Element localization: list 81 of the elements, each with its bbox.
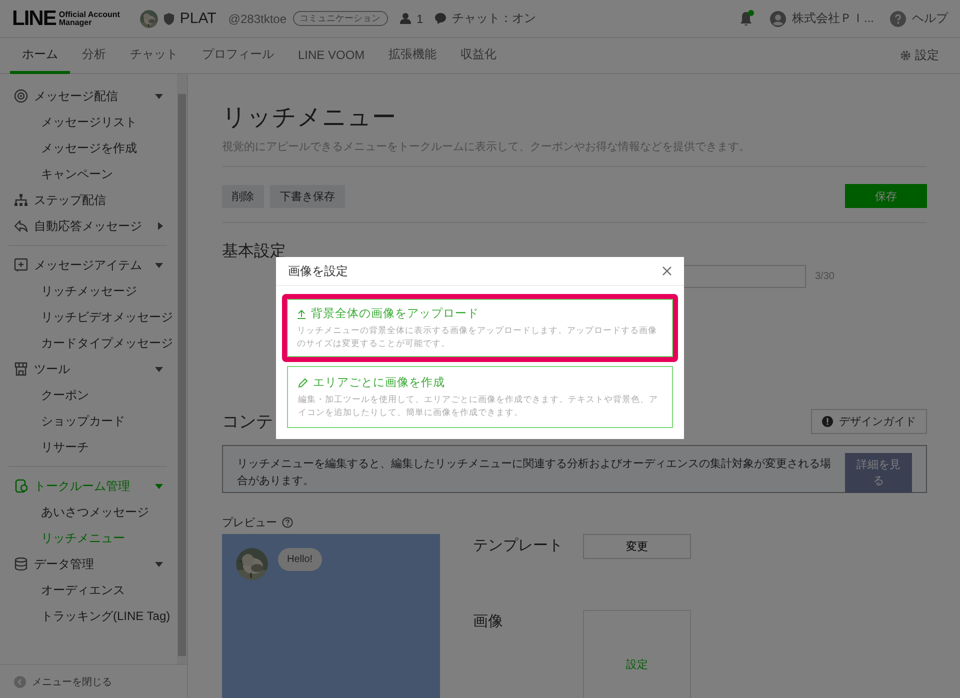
- sidebar-subitem[interactable]: オーディエンス: [41, 582, 125, 598]
- option-title: 背景全体の画像をアップロード: [311, 306, 479, 321]
- person-icon: [400, 13, 411, 24]
- chat-bubble: Hello!: [278, 548, 322, 571]
- plan-label: コミュニケーション: [292, 11, 388, 26]
- option-description: 編集・加工ツールを使用して、エリアごとに画像を作成できます。テキストや背景色、アイコンを追加したりして、簡単に画像を作成できます。: [298, 393, 659, 419]
- sidebar-item[interactable]: 自動応答メッセージ: [34, 218, 152, 234]
- section-heading: コンテ: [222, 411, 273, 433]
- sidebar-subitem[interactable]: メッセージを作成: [41, 140, 137, 156]
- settings-link[interactable]: 設定: [915, 47, 939, 64]
- account-handle: @283tktoe: [228, 12, 287, 26]
- sidebar-subitem[interactable]: ショップカード: [41, 412, 125, 430]
- notice-text: リッチメニューを編集すると、編集したリッチメニューに関連する分析およびオーディエンスの集計対象が変更される場合があります。: [237, 456, 831, 489]
- option-title: エリアごとに画像を作成: [313, 376, 445, 390]
- nav-tab[interactable]: LINE VOOM: [286, 38, 377, 74]
- sidebar-subitem[interactable]: リッチビデオメッセージ: [41, 308, 173, 326]
- sidebar-subitem[interactable]: クーポン: [41, 386, 89, 404]
- nav-tab[interactable]: チャット: [118, 38, 190, 74]
- logo-tagline: Official Account Manager: [58, 10, 120, 26]
- design-guide-button[interactable]: デザインガイド: [811, 409, 927, 434]
- menu-section-icon: [14, 362, 28, 376]
- nav-tab[interactable]: ホーム: [10, 38, 70, 74]
- help-link[interactable]: ヘルプ: [912, 10, 948, 27]
- preview-label: プレビュー: [222, 516, 277, 530]
- menu-section-icon: [14, 479, 28, 493]
- shield-icon: [164, 12, 174, 24]
- menu-section-icon: [14, 193, 28, 207]
- details-button[interactable]: 詳細を見る: [845, 453, 912, 493]
- sidebar-item[interactable]: メッセージアイテム: [34, 256, 149, 274]
- member-count: 1: [416, 12, 424, 26]
- help-icon[interactable]: [282, 517, 293, 528]
- upload-icon: [297, 308, 306, 318]
- sidebar-item[interactable]: ツール: [34, 360, 149, 378]
- caret-down-icon[interactable]: [155, 262, 163, 268]
- dialog-title: 画像を設定: [288, 262, 348, 280]
- info-icon: [822, 416, 833, 427]
- nav-tab[interactable]: プロフィール: [190, 38, 286, 74]
- account-name: PLAT: [180, 10, 216, 27]
- sidebar-subitem[interactable]: リサーチ: [41, 438, 89, 456]
- sidebar-subitem[interactable]: メッセージリスト: [41, 114, 137, 130]
- highlighted-option-card[interactable]: 背景全体の画像をアップロード リッチメニューの背景全体に表示する画像をアップロードします。アップロードする画像のサイズは変更することが可能です。: [282, 294, 678, 362]
- help-icon[interactable]: [890, 10, 906, 26]
- sidebar-item[interactable]: データ管理: [34, 556, 149, 572]
- menu-section-icon: [14, 89, 28, 103]
- menu-section-icon: [14, 557, 28, 571]
- user-name[interactable]: 株式会社ＰＩ...: [792, 10, 874, 27]
- caret-down-icon[interactable]: [155, 484, 163, 488]
- sidebar-subitem[interactable]: キャンペーン: [41, 166, 113, 182]
- sidebar-subitem[interactable]: リッチメッセージ: [41, 282, 137, 300]
- settings-icon[interactable]: [900, 50, 911, 61]
- option-description: リッチメニューの背景全体に表示する画像をアップロードします。アップロードする画像のサイズは変更することが可能です。: [297, 324, 658, 350]
- logo-wordmark: LINE: [12, 6, 56, 30]
- sidebar-item[interactable]: メッセージ配信: [34, 88, 149, 104]
- change-button[interactable]: 変更: [583, 534, 691, 559]
- user-icon: [770, 10, 786, 26]
- menu-section-icon: [14, 219, 28, 233]
- caret-down-icon[interactable]: [155, 94, 163, 98]
- close-icon[interactable]: [662, 266, 672, 276]
- close-menu-link[interactable]: メニューを閉じる: [32, 674, 112, 688]
- bell-icon[interactable]: [738, 10, 754, 26]
- action-button[interactable]: 削除: [222, 184, 264, 208]
- image-label: 画像: [473, 612, 504, 630]
- sidebar-subitem[interactable]: あいさつメッセージ: [41, 504, 149, 520]
- template-label: テンプレート: [473, 536, 564, 555]
- pencil-icon: [298, 378, 308, 388]
- sidebar-subitem[interactable]: カードタイプメッセージ: [41, 334, 173, 352]
- caret-down-icon[interactable]: [155, 562, 163, 566]
- scrollbar[interactable]: [177, 74, 187, 664]
- action-button[interactable]: 下書き保存: [270, 184, 345, 208]
- menu-section-icon: [14, 258, 28, 272]
- sidebar-subitem[interactable]: トラッキング(LINE Tag): [41, 608, 170, 624]
- nav-tab[interactable]: 拡張機能: [376, 38, 449, 74]
- chat-status: チャット：オン: [452, 10, 536, 27]
- caret-down-icon[interactable]: [155, 366, 163, 372]
- nav-tab[interactable]: 収益化: [448, 38, 509, 74]
- chat-icon: [435, 13, 446, 24]
- option-card[interactable]: エリアごとに画像を作成 編集・加工ツールを使用して、エリアごとに画像を作成できます。テキストや背景色、アイコンを追加したりして、簡単に画像を作成できます。: [287, 366, 673, 428]
- page-title: リッチメニュー: [222, 103, 397, 133]
- nav-tab[interactable]: 分析: [70, 38, 118, 74]
- sidebar-item[interactable]: ステップ配信: [34, 192, 163, 208]
- caret-right-icon[interactable]: [158, 222, 163, 230]
